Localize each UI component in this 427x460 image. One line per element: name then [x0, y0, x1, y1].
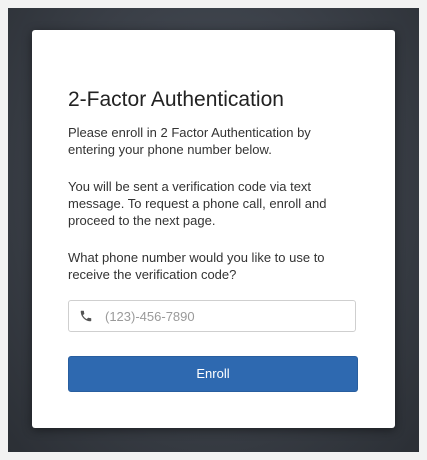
info-text: You will be sent a verification code via… — [68, 179, 327, 228]
intro-text: Please enroll in 2 Factor Authentication… — [68, 125, 311, 157]
phone-input[interactable] — [105, 301, 345, 331]
question-text: What phone number would you like to use … — [68, 250, 325, 282]
phone-number-field[interactable] — [68, 300, 356, 332]
auth-dialog: 2-Factor Authentication Please enroll in… — [32, 30, 395, 428]
dialog-title: 2-Factor Authentication — [68, 88, 284, 111]
enroll-button[interactable]: Enroll — [68, 356, 358, 392]
phone-icon — [79, 309, 93, 323]
